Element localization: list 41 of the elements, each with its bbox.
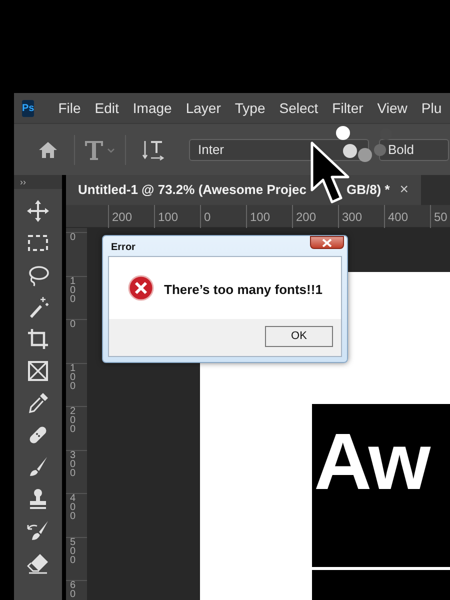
collapse-toggle[interactable]: ›› xyxy=(14,175,62,189)
ruler-label: 0 xyxy=(70,233,77,242)
ruler-label: 200 xyxy=(70,407,77,434)
menu-item[interactable]: File xyxy=(58,98,81,118)
ruler-label: 500 xyxy=(70,538,77,564)
close-tab-button[interactable]: × xyxy=(400,178,409,202)
menu-item[interactable]: Layer xyxy=(186,98,221,118)
document-tab[interactable]: Untitled-1 @ 73.2% (Awesome Projec GB/8) * × xyxy=(66,175,421,205)
font-style-field[interactable]: Bold xyxy=(379,138,449,160)
history-brush-icon[interactable] xyxy=(26,519,50,543)
menu-item[interactable]: Type xyxy=(234,98,266,118)
error-message: There’s too many fonts!!1 xyxy=(164,281,322,299)
app-logo: Ps xyxy=(22,100,34,116)
frame-icon[interactable] xyxy=(26,359,50,383)
ruler-label: 300 xyxy=(70,450,77,478)
ruler-label: 100 xyxy=(70,364,77,390)
tab-title: GB/8) * xyxy=(346,181,390,200)
home-icon[interactable] xyxy=(38,140,58,158)
menu-item[interactable]: View xyxy=(377,98,408,118)
eraser-icon[interactable] xyxy=(26,551,50,575)
menu-item[interactable]: Plu xyxy=(421,98,442,118)
dialog-title: Error xyxy=(111,241,136,255)
crop-icon[interactable] xyxy=(26,327,50,351)
menu-item[interactable]: Image xyxy=(132,98,172,118)
close-button[interactable] xyxy=(310,236,344,249)
headline-text: Aw xyxy=(314,422,430,502)
type-tool-icon[interactable] xyxy=(83,138,117,160)
tab-title: Untitled-1 @ 73.2% (Awesome Projec xyxy=(78,181,306,200)
close-icon xyxy=(322,238,332,246)
eyedropper-icon[interactable] xyxy=(26,391,50,415)
ruler-label: 0 xyxy=(70,320,77,329)
error-icon xyxy=(128,275,154,301)
ruler-label: 400 xyxy=(70,494,77,521)
move-icon[interactable] xyxy=(26,199,50,223)
ok-button[interactable]: OK xyxy=(265,326,333,347)
menu-item[interactable]: Select xyxy=(279,98,318,118)
menu-item[interactable]: Edit xyxy=(94,98,119,118)
ruler-label: 100 xyxy=(70,276,77,304)
lasso-icon[interactable] xyxy=(26,263,50,287)
menu-item[interactable]: Filter xyxy=(332,98,364,118)
ruler-label: 60 xyxy=(70,581,77,599)
